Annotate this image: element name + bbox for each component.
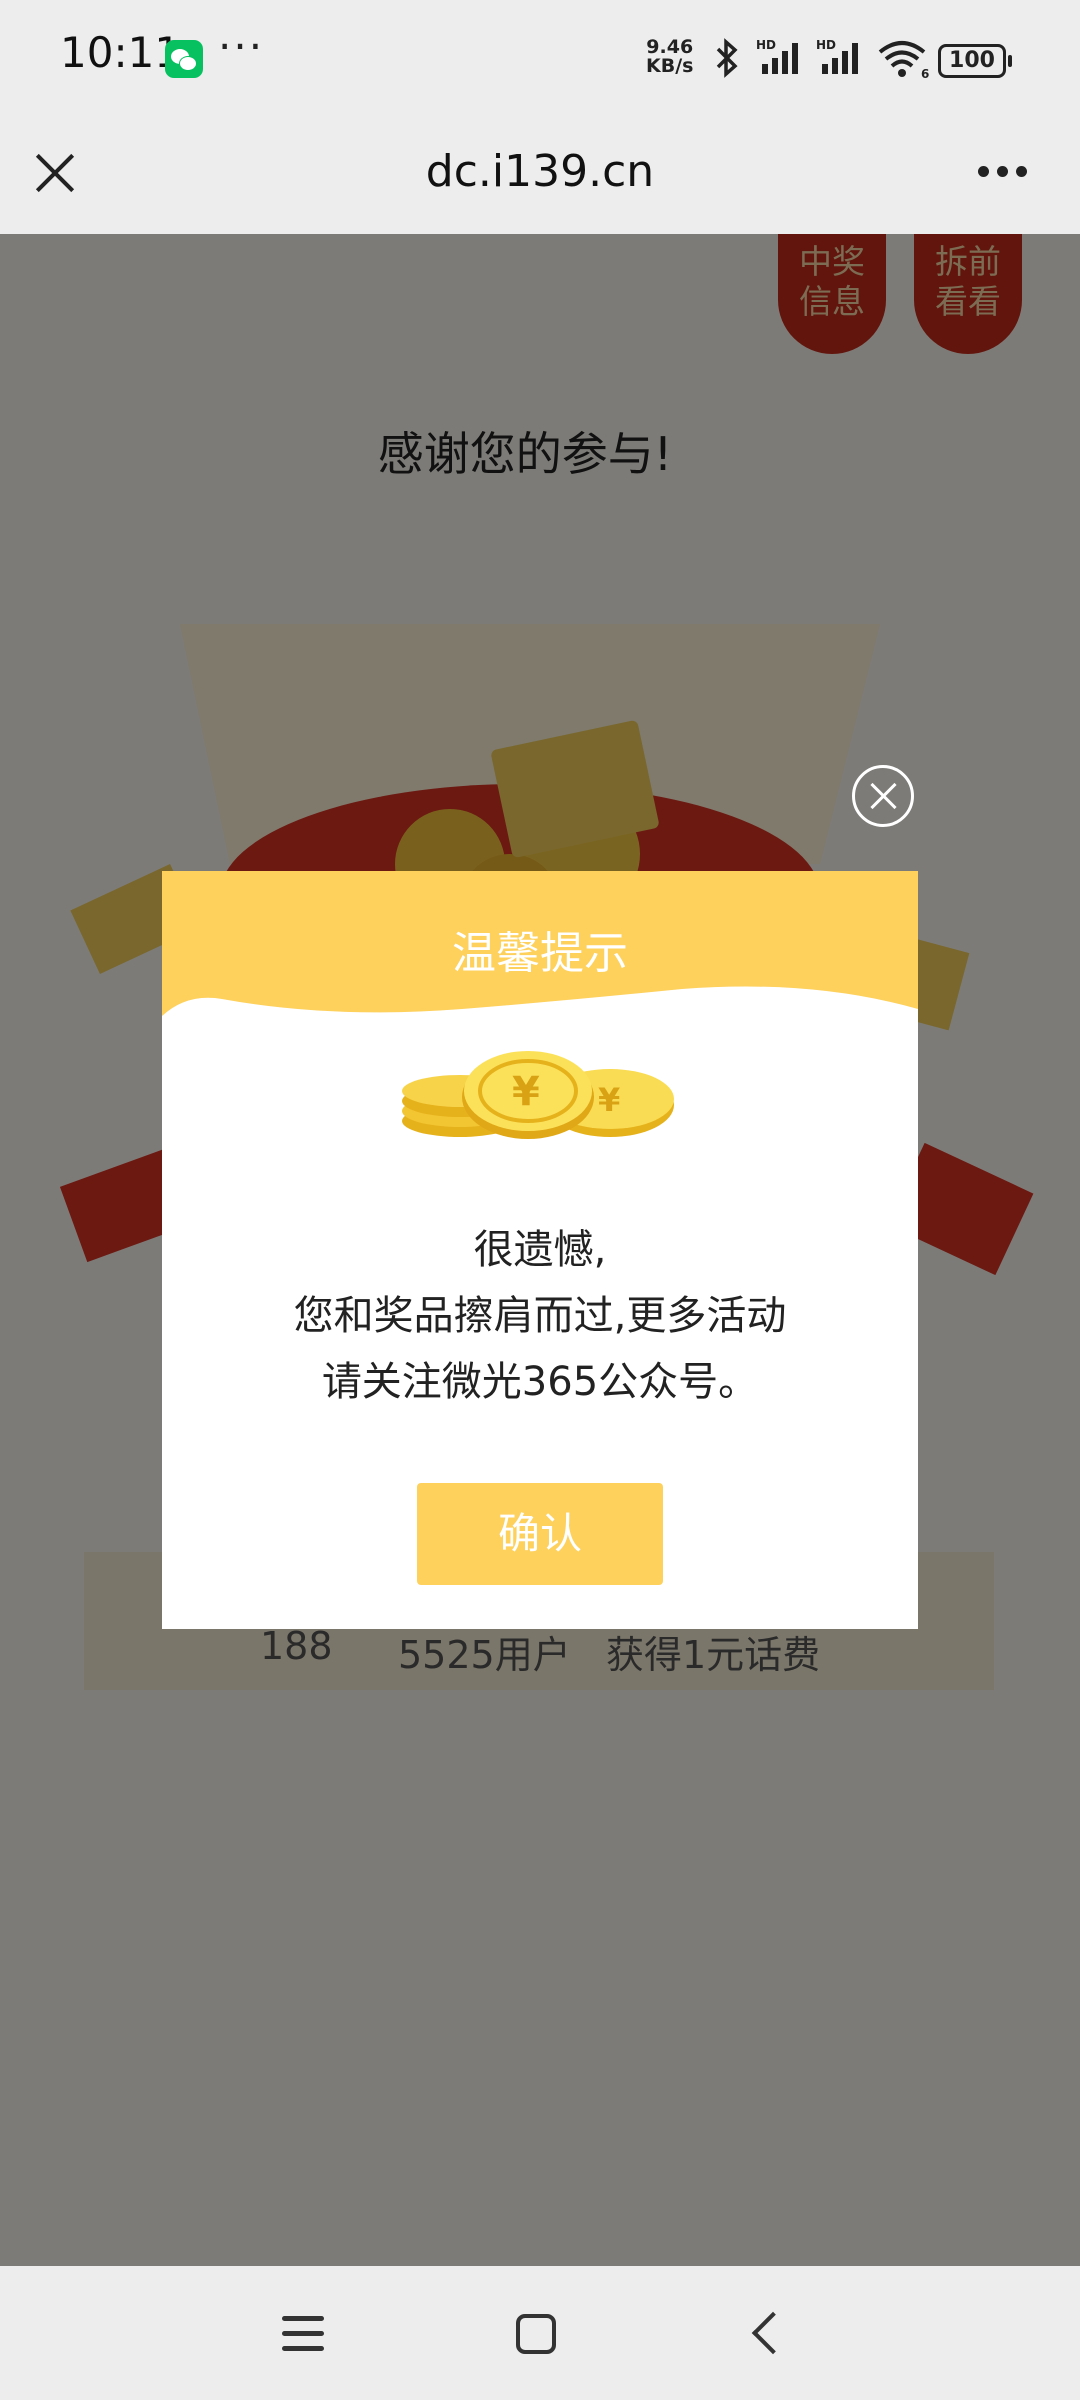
back-icon[interactable] bbox=[751, 2311, 795, 2355]
status-time: 10:11 bbox=[60, 28, 182, 77]
signal-label-2: HD bbox=[816, 38, 836, 52]
signal-icon-1: HD bbox=[756, 38, 798, 74]
dialog-message-line1: 很遗憾, bbox=[473, 1227, 607, 1273]
signal-label-1: HD bbox=[756, 38, 776, 52]
wechat-notification-icon bbox=[165, 40, 203, 78]
more-icon[interactable] bbox=[978, 166, 1028, 178]
wifi-label: 6 bbox=[921, 67, 929, 80]
browser-nav-bar: dc.i139.cn bbox=[0, 118, 1080, 234]
svg-text:¥: ¥ bbox=[598, 1081, 620, 1119]
wifi-icon: 6 bbox=[878, 41, 929, 80]
dialog-message-line3: 请关注微光365公众号。 bbox=[321, 1359, 759, 1405]
confirm-button[interactable]: 确认 bbox=[417, 1483, 663, 1585]
menu-icon[interactable] bbox=[282, 2316, 324, 2352]
bluetooth-icon bbox=[716, 38, 738, 78]
system-nav-bar bbox=[0, 2266, 1080, 2400]
page-url-title: dc.i139.cn bbox=[425, 146, 655, 197]
dialog-message: 很遗憾, 您和奖品擦肩而过,更多活动 请关注微光365公众号。 bbox=[162, 1217, 918, 1415]
dialog-title: 温馨提示 bbox=[452, 928, 628, 979]
coins-icon: ¥ ¥ bbox=[402, 1051, 674, 1139]
svg-text:¥: ¥ bbox=[512, 1069, 540, 1115]
home-icon[interactable] bbox=[516, 2314, 556, 2354]
network-speed: 9.46 KB/s bbox=[646, 38, 693, 76]
signal-icon-2: HD bbox=[816, 38, 858, 74]
more-notifications-icon: ··· bbox=[218, 22, 265, 71]
close-circle-icon[interactable] bbox=[852, 765, 914, 827]
dialog-message-line2: 您和奖品擦肩而过,更多活动 bbox=[293, 1293, 787, 1339]
status-bar: 10:11 ··· 9.46 KB/s HD HD 6 100 bbox=[0, 0, 1080, 118]
tip-dialog: 温馨提示 ¥ ¥ 很遗憾, 您和奖品擦肩而过,更多活动 请关注微光365公众号。… bbox=[162, 871, 918, 1629]
network-speed-unit: KB/s bbox=[646, 55, 694, 77]
battery-indicator: 100 bbox=[938, 44, 1012, 78]
